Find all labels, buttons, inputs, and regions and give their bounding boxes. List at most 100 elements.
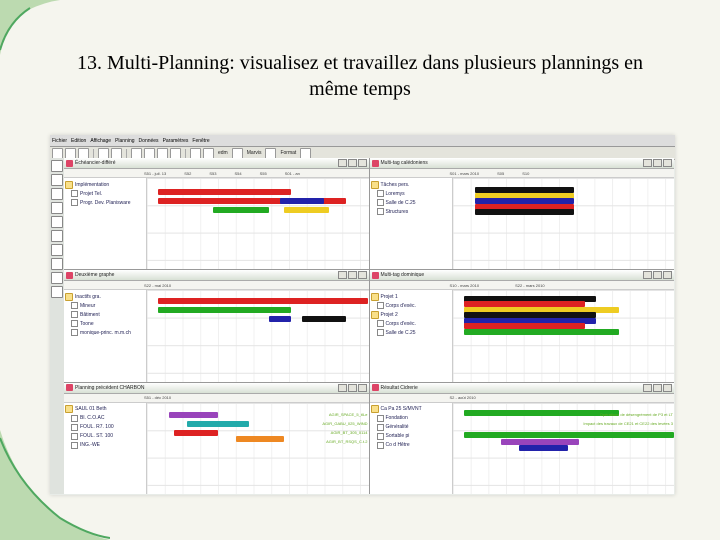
tree-item[interactable]: Projet 2: [371, 310, 451, 319]
pane-titlebar[interactable]: Résultat Cidrerie: [370, 383, 675, 394]
tree-item[interactable]: Projet Tel.: [71, 189, 145, 198]
tree-item[interactable]: Tâches pers.: [371, 180, 451, 189]
pane-titlebar[interactable]: Multi-tag calédoniens: [370, 158, 675, 169]
maximize-icon[interactable]: [653, 159, 662, 167]
close-icon[interactable]: [663, 271, 672, 279]
toolbar-button[interactable]: [98, 148, 109, 159]
menu-parametres[interactable]: Paramètres: [163, 138, 189, 144]
tree-item[interactable]: Bl. C.O.AC: [71, 414, 145, 423]
sidebar-button[interactable]: [51, 216, 63, 228]
gantt-bar[interactable]: [269, 316, 291, 322]
gantt-bar[interactable]: [158, 307, 291, 313]
sidebar-button[interactable]: [51, 286, 63, 298]
close-icon[interactable]: [358, 384, 367, 392]
task-tree[interactable]: ImplémentationProjet Tel.Progr. Dev. Pla…: [64, 178, 147, 269]
maximize-icon[interactable]: [348, 384, 357, 392]
gantt-bar[interactable]: [475, 209, 575, 215]
sidebar-button[interactable]: [51, 258, 63, 270]
task-tree[interactable]: Tâches pers.LoremysSalle de C.25Structur…: [370, 178, 453, 269]
close-icon[interactable]: [358, 159, 367, 167]
toolbar-button[interactable]: [300, 148, 311, 159]
menu-fenetre[interactable]: Fenêtre: [192, 138, 209, 144]
gantt-bar[interactable]: [280, 198, 324, 204]
minimize-icon[interactable]: [338, 159, 347, 167]
gantt-area[interactable]: [147, 178, 369, 269]
pane-titlebar[interactable]: Deuxième graphe: [64, 270, 369, 281]
tree-item[interactable]: monique-princ. m.m.ch: [71, 328, 145, 337]
tree-item[interactable]: ING.-WE: [71, 441, 145, 450]
sidebar-button[interactable]: [51, 202, 63, 214]
toolbar-button[interactable]: [170, 148, 181, 159]
tree-item[interactable]: FOUL. ST. 100: [71, 432, 145, 441]
maximize-icon[interactable]: [653, 384, 662, 392]
gantt-area[interactable]: [453, 178, 675, 269]
toolbar-button[interactable]: [157, 148, 168, 159]
tree-item[interactable]: SAUL 01 Beth: [65, 405, 145, 414]
sidebar-button[interactable]: [51, 244, 63, 256]
tree-item[interactable]: FOUL. R7. 100: [71, 423, 145, 432]
tree-item[interactable]: Sortable pi: [377, 432, 451, 441]
tree-item[interactable]: Toone: [71, 319, 145, 328]
close-icon[interactable]: [663, 384, 672, 392]
gantt-bar[interactable]: [284, 207, 328, 213]
gantt-bar[interactable]: [464, 410, 619, 416]
gantt-bar[interactable]: [519, 445, 568, 451]
toolbar-button[interactable]: [65, 148, 76, 159]
pane-titlebar[interactable]: Planning précédent CHARBON: [64, 383, 369, 394]
tree-item[interactable]: Implémentation: [65, 180, 145, 189]
gantt-bar[interactable]: [158, 298, 368, 304]
tree-item[interactable]: Loremys: [377, 189, 451, 198]
maximize-icon[interactable]: [653, 271, 662, 279]
gantt-bar[interactable]: [236, 436, 285, 442]
toolbar-button[interactable]: [131, 148, 142, 159]
gantt-bar[interactable]: [174, 430, 218, 436]
toolbar-button[interactable]: [78, 148, 89, 159]
task-tree[interactable]: Ca Pa 25 S/MVNTFondationGénéralitéSortab…: [370, 403, 453, 494]
tree-item[interactable]: Co d Hêtre: [377, 441, 451, 450]
gantt-bar[interactable]: [464, 432, 674, 438]
tree-item[interactable]: Inactifs gra.: [65, 292, 145, 301]
sidebar-button[interactable]: [51, 174, 63, 186]
minimize-icon[interactable]: [643, 271, 652, 279]
tree-item[interactable]: Fondation: [377, 414, 451, 423]
gantt-bar[interactable]: [302, 316, 346, 322]
close-icon[interactable]: [358, 271, 367, 279]
toolbar-button[interactable]: [265, 148, 276, 159]
tree-item[interactable]: Corps d'exéc.: [377, 319, 451, 328]
gantt-bar[interactable]: [464, 329, 619, 335]
task-tree[interactable]: Inactifs gra.MineurBâtimentToonemonique-…: [64, 290, 147, 381]
task-tree[interactable]: SAUL 01 BethBl. C.O.ACFOUL. R7. 100FOUL.…: [64, 403, 147, 494]
gantt-area[interactable]: AGIR_SPACE_5_tILeAGIR_GABU_025_WINDAGIR_…: [147, 403, 369, 494]
tree-item[interactable]: Bâtiment: [71, 310, 145, 319]
tree-item[interactable]: Salle de C.25: [377, 198, 451, 207]
tree-item[interactable]: Projet 1: [371, 292, 451, 301]
minimize-icon[interactable]: [643, 384, 652, 392]
tree-item[interactable]: Structures: [377, 207, 451, 216]
pane-titlebar[interactable]: Multi-tag dominique: [370, 270, 675, 281]
menu-edition[interactable]: Edition: [71, 138, 86, 144]
gantt-area[interactable]: [453, 290, 675, 381]
maximize-icon[interactable]: [348, 159, 357, 167]
toolbar-button[interactable]: [144, 148, 155, 159]
gantt-bar[interactable]: [213, 207, 268, 213]
toolbar-button[interactable]: [232, 148, 243, 159]
toolbar-button[interactable]: [203, 148, 214, 159]
sidebar-button[interactable]: [51, 230, 63, 242]
gantt-area[interactable]: Opérations de désengrément de P3 et LTIm…: [453, 403, 675, 494]
gantt-bar[interactable]: [169, 412, 218, 418]
gantt-bar[interactable]: [187, 421, 249, 427]
close-icon[interactable]: [663, 159, 672, 167]
tree-item[interactable]: Mineur: [71, 301, 145, 310]
sidebar-button[interactable]: [51, 160, 63, 172]
sidebar-button[interactable]: [51, 272, 63, 284]
maximize-icon[interactable]: [348, 271, 357, 279]
minimize-icon[interactable]: [643, 159, 652, 167]
pane-titlebar[interactable]: Échéancier-différé: [64, 158, 369, 169]
toolbar-button[interactable]: [190, 148, 201, 159]
tree-item[interactable]: Généralité: [377, 423, 451, 432]
tree-item[interactable]: Ca Pa 25 S/MVNT: [371, 405, 451, 414]
menu-fichier[interactable]: Fichier: [52, 138, 67, 144]
gantt-area[interactable]: [147, 290, 369, 381]
toolbar-button[interactable]: [111, 148, 122, 159]
tree-item[interactable]: Progr. Dev. Planisware: [71, 198, 145, 207]
